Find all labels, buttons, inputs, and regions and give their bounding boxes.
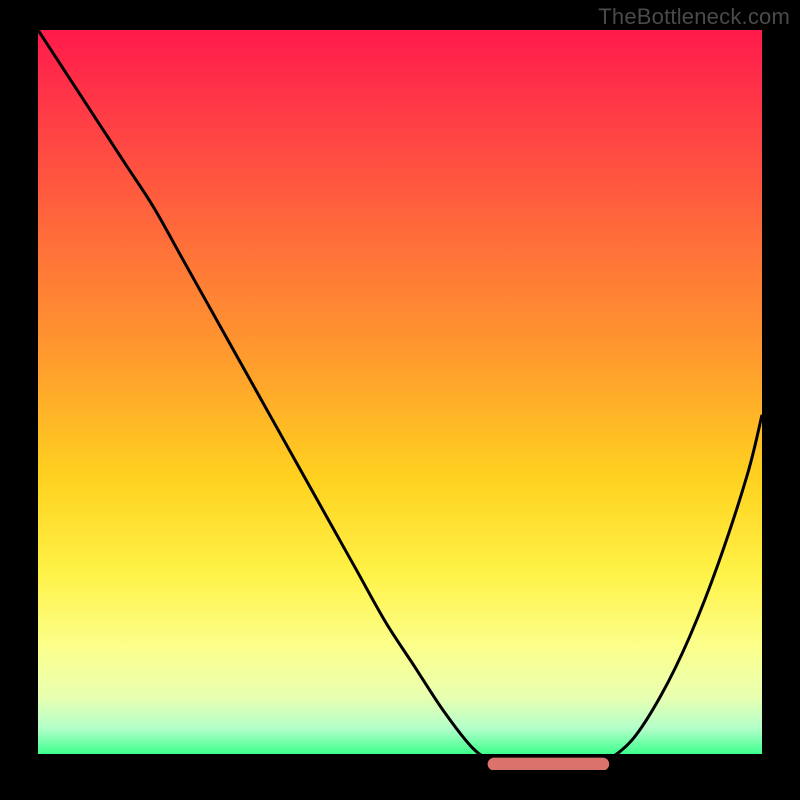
plot-area [38, 30, 762, 770]
chart-frame: TheBottleneck.com [0, 0, 800, 800]
bottleneck-curve [38, 30, 762, 770]
curve-layer [38, 30, 762, 770]
watermark-text: TheBottleneck.com [598, 4, 790, 30]
